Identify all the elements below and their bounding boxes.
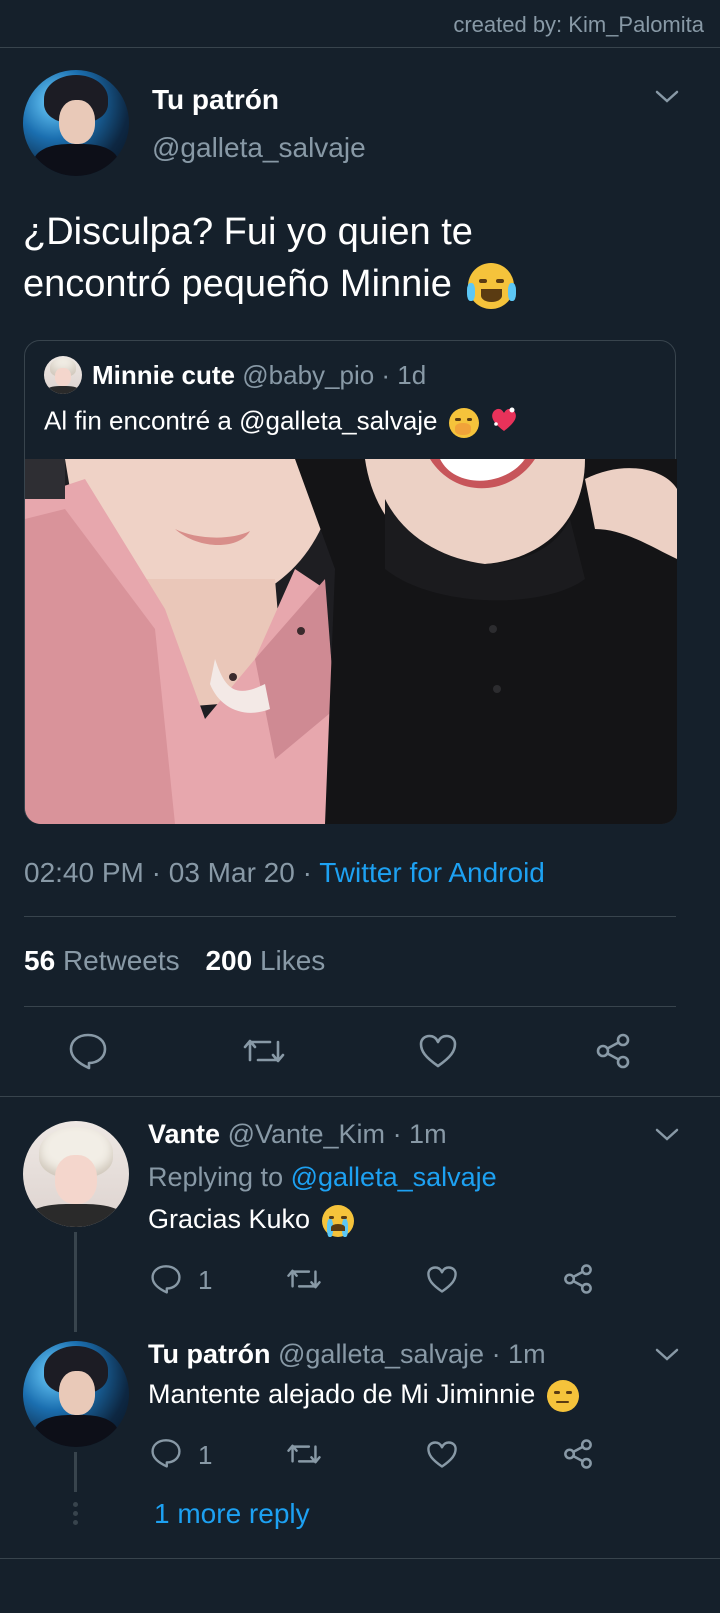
credit-text: created by: Kim_Palomita — [453, 12, 704, 37]
reply1-replying-to-link[interactable]: @galleta_salvaje — [291, 1162, 497, 1192]
reply1-text-row: Gracias Kuko — [148, 1204, 354, 1237]
unamused-emoji-icon — [546, 1379, 579, 1412]
share-icon[interactable] — [562, 1438, 594, 1470]
reply2-author-name[interactable]: Tu patrón — [148, 1339, 270, 1369]
reply1-author-name[interactable]: Vante — [148, 1119, 220, 1149]
reply-icon[interactable] — [68, 1032, 108, 1070]
tweet-time: 02:40 PM — [24, 857, 144, 888]
replies-divider — [0, 1096, 720, 1097]
reply2-text: Mantente alejado de Mi Jiminnie — [148, 1379, 536, 1409]
like-icon[interactable] — [418, 1033, 458, 1069]
more-replies-link[interactable]: 1 more reply — [154, 1498, 310, 1530]
timestamp-row: 02:40 PM · 03 Mar 20 · Twitter for Andro… — [24, 857, 545, 889]
author-avatar[interactable] — [23, 70, 129, 176]
retweets-count: 56 — [24, 945, 56, 976]
sparkling-heart-icon — [488, 404, 520, 441]
stats-divider-top — [24, 916, 676, 917]
tweet-text: ¿Disculpa? Fui yo quien te encontró pequ… — [23, 206, 517, 310]
reply1-thread-line — [74, 1232, 77, 1332]
retweet-icon[interactable] — [286, 1265, 322, 1293]
tweet-text-line2: encontró pequeño Minnie — [23, 263, 452, 305]
quote-avatar[interactable] — [44, 356, 82, 394]
likes-label: Likes — [259, 945, 326, 976]
likes-stat[interactable]: 200 Likes — [205, 945, 325, 976]
like-icon[interactable] — [426, 1440, 458, 1469]
reply2-reply-count: 1 — [198, 1440, 213, 1470]
stats-divider-bottom — [24, 1006, 676, 1007]
chevron-down-icon[interactable] — [654, 1126, 680, 1144]
share-icon[interactable] — [562, 1263, 594, 1295]
quote-text: Al fin encontré a @galleta_salvaje — [44, 405, 438, 436]
share-icon[interactable] — [594, 1032, 632, 1070]
quote-text-row: Al fin encontré a @galleta_salvaje — [44, 404, 520, 441]
quote-header: Minnie cute @baby_pio · 1d — [92, 360, 426, 391]
quote-author-name[interactable]: Minnie cute — [92, 360, 235, 390]
reply2-avatar[interactable] — [23, 1341, 129, 1447]
reply2-text-row: Mantente alejado de Mi Jiminnie — [148, 1379, 579, 1412]
tweet-text-line1: ¿Disculpa? Fui yo quien te — [23, 211, 473, 253]
reply1-author-handle[interactable]: @Vante_Kim — [228, 1119, 385, 1149]
author-handle[interactable]: @galleta_salvaje — [152, 132, 366, 164]
thread-dots — [73, 1502, 78, 1526]
tweet-source-link[interactable]: Twitter for Android — [319, 857, 545, 888]
likes-count: 200 — [205, 945, 253, 976]
reply2-header: Tu patrón @galleta_salvaje · 1m — [148, 1339, 546, 1370]
author-name[interactable]: Tu patrón — [152, 84, 279, 116]
reply1-header: Vante @Vante_Kim · 1m — [148, 1119, 447, 1150]
crying-emoji-icon — [321, 1204, 354, 1237]
shushing-emoji-icon — [448, 407, 479, 438]
quote-author-handle[interactable]: @baby_pio — [242, 360, 374, 390]
tweet-date: · 03 Mar 20 · — [151, 857, 312, 888]
reply1-time: · 1m — [392, 1119, 447, 1149]
bottom-divider — [0, 1558, 720, 1559]
reply2-thread-line — [74, 1452, 77, 1492]
quote-photo[interactable] — [25, 459, 677, 824]
retweet-icon[interactable] — [242, 1034, 286, 1068]
chevron-down-icon[interactable] — [654, 88, 680, 106]
quote-time: · 1d — [381, 360, 427, 390]
reply-icon[interactable] — [150, 1264, 182, 1294]
retweets-stat[interactable]: 56 Retweets — [24, 945, 187, 976]
reply1-text: Gracias Kuko — [148, 1204, 311, 1234]
reply1-replying-prefix: Replying to — [148, 1162, 284, 1192]
like-icon[interactable] — [426, 1265, 458, 1294]
retweet-icon[interactable] — [286, 1440, 322, 1468]
retweets-label: Retweets — [62, 945, 180, 976]
top-divider — [0, 47, 720, 48]
reply1-reply-count: 1 — [198, 1265, 213, 1295]
stats-row: 56 Retweets 200 Likes — [24, 945, 325, 977]
chevron-down-icon[interactable] — [654, 1346, 680, 1364]
reply1-avatar[interactable] — [23, 1121, 129, 1227]
reply1-replying-row: Replying to @galleta_salvaje — [148, 1162, 497, 1193]
reply2-time: · 1m — [491, 1339, 546, 1369]
laughing-emoji-icon — [466, 262, 517, 309]
reply2-author-handle[interactable]: @galleta_salvaje — [278, 1339, 484, 1369]
reply-icon[interactable] — [150, 1438, 182, 1468]
